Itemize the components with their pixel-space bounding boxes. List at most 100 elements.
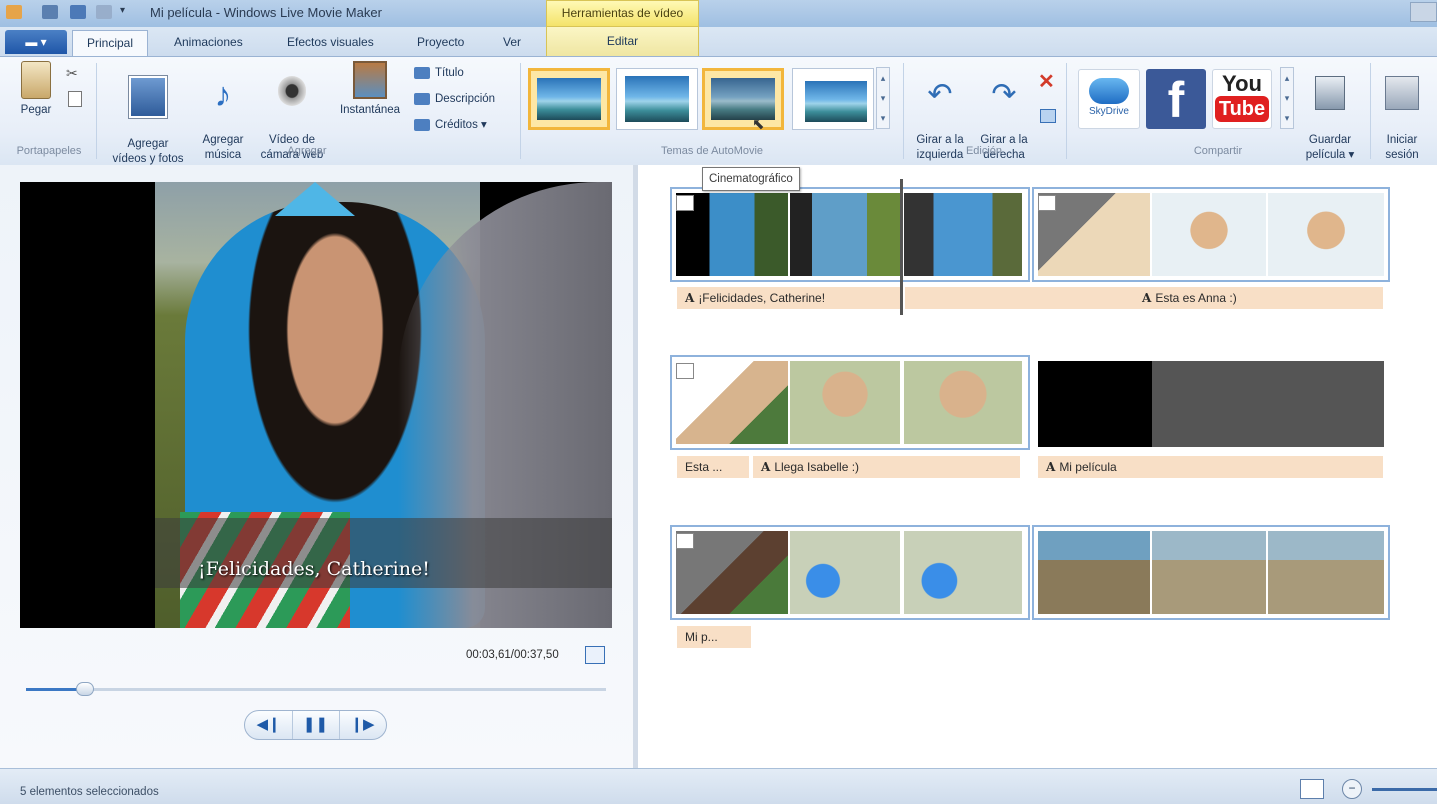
snapshot-button[interactable]: Instantánea: [330, 61, 410, 118]
chevron-down-icon: ▾: [481, 119, 487, 131]
rotate-right-icon: ↷: [991, 78, 1017, 111]
storyboard-clip[interactable]: [670, 355, 1030, 450]
credits-label: Créditos: [435, 119, 478, 131]
tab-ver[interactable]: Ver: [489, 30, 535, 56]
preview-caption-text: ¡Felicidades, Catherine!: [198, 558, 430, 580]
theme-fade[interactable]: [616, 68, 698, 130]
app-icon: [6, 5, 22, 19]
caption-bar[interactable]: Esta ...: [677, 456, 749, 478]
remove-icon[interactable]: ✕: [1038, 69, 1055, 94]
window-title: Mi película - Windows Live Movie Maker: [150, 5, 382, 20]
group-separator: [1370, 63, 1371, 159]
paste-button[interactable]: Pegar: [12, 61, 60, 118]
transition-icon: [676, 533, 694, 549]
paste-label: Pegar: [20, 104, 52, 116]
tab-animaciones[interactable]: Animaciones: [160, 30, 257, 56]
group-label-clipboard: Portapapeles: [16, 145, 82, 157]
fullscreen-icon[interactable]: [585, 646, 605, 664]
text-caption-icon: A: [1142, 291, 1152, 305]
playhead[interactable]: [900, 179, 903, 315]
save-icon[interactable]: [42, 5, 58, 19]
snapshot-label: Instantánea: [339, 104, 401, 116]
caption-icon: [414, 92, 430, 105]
skydrive-button[interactable]: SkyDrive: [1078, 69, 1140, 129]
cut-icon[interactable]: ✂: [66, 65, 78, 82]
tab-efectos-visuales[interactable]: Efectos visuales: [273, 30, 388, 56]
zoom-slider[interactable]: [1372, 788, 1437, 791]
video-preview[interactable]: ¡Felicidades, Catherine!: [20, 182, 612, 628]
ribbon: Pegar ✂ Portapapeles Agregar vídeos y fo…: [0, 56, 1437, 166]
title-button[interactable]: Título: [414, 63, 464, 83]
video-tools-context-label: Herramientas de vídeo: [546, 0, 699, 27]
mouse-cursor-icon: ⬉: [752, 116, 765, 133]
storyboard-clip[interactable]: [670, 525, 1030, 620]
rotate-left-icon: ↶: [927, 78, 953, 111]
group-separator: [1066, 63, 1067, 159]
facebook-icon[interactable]: f: [1146, 69, 1206, 129]
youtube-button[interactable]: You Tube: [1212, 69, 1272, 129]
text-caption-icon: A: [685, 291, 695, 305]
webcam-icon: [278, 76, 306, 106]
caption-bar[interactable]: A ¡Felicidades, Catherine!: [677, 287, 900, 309]
caption-bar[interactable]: A Esta es Anna :): [1134, 287, 1383, 309]
caption-text: Llega Isabelle :): [774, 460, 860, 474]
caption-bar-gap: [905, 287, 1134, 309]
playback-controls: ◀❙ ❚❚ ❙▶: [244, 710, 387, 740]
copy-icon[interactable]: [68, 91, 82, 107]
group-label-editing: Edición: [965, 145, 1003, 157]
previous-frame-icon[interactable]: ◀❙: [245, 711, 293, 739]
caption-bar[interactable]: A Llega Isabelle :): [753, 456, 1020, 478]
seek-bar[interactable]: [26, 688, 606, 691]
theme-pan-zoom[interactable]: [792, 68, 874, 130]
tab-principal[interactable]: Principal: [72, 30, 149, 57]
caption-button[interactable]: Descripción: [414, 89, 495, 109]
sign-in-label: Iniciar sesión: [1385, 134, 1419, 161]
save-movie-icon: [1315, 76, 1345, 110]
sign-in-button[interactable]: Iniciar sesión: [1374, 61, 1430, 163]
group-label-share: Compartir: [1193, 145, 1243, 157]
group-separator: [520, 63, 521, 159]
next-frame-icon[interactable]: ❙▶: [339, 711, 386, 739]
youtube-logo-tube: Tube: [1214, 96, 1270, 122]
theme-cinematic[interactable]: [702, 68, 784, 130]
caption-text: ¡Felicidades, Catherine!: [698, 291, 826, 305]
seek-thumb[interactable]: [76, 682, 94, 696]
storyboard-clip[interactable]: [670, 187, 1030, 282]
close-button[interactable]: [1410, 2, 1437, 22]
ribbon-tabs: ▬ ▾ Principal Animaciones Efectos visual…: [0, 27, 1437, 57]
caption-text: Mi p...: [685, 630, 718, 644]
playback-time: 00:03,61/00:37,50: [466, 649, 559, 661]
credits-button[interactable]: Créditos ▾: [414, 115, 487, 135]
quick-access-dropdown-icon[interactable]: ▾: [120, 5, 136, 19]
theme-tooltip: Cinematográfico: [702, 167, 800, 191]
select-all-icon[interactable]: [1040, 109, 1056, 123]
redo-icon[interactable]: [96, 5, 112, 19]
zoom-out-icon[interactable]: −: [1342, 779, 1362, 799]
storyboard-title-clip[interactable]: [1038, 361, 1384, 447]
caption-text: Mi película: [1059, 460, 1117, 474]
preview-pane: ¡Felicidades, Catherine! 00:03,61/00:37,…: [0, 165, 633, 768]
share-gallery-scroll[interactable]: ▴ ▾ ▾: [1280, 67, 1294, 129]
skydrive-icon: [1089, 78, 1129, 104]
theme-gallery-scroll[interactable]: ▴ ▾ ▾: [876, 67, 890, 129]
theme-contemporary[interactable]: [528, 68, 610, 130]
title-label: Título: [435, 67, 464, 79]
caption-label: Descripción: [435, 93, 496, 105]
main-area: ¡Felicidades, Catherine! 00:03,61/00:37,…: [0, 165, 1437, 768]
pause-icon[interactable]: ❚❚: [292, 711, 340, 739]
storyboard-clip[interactable]: [1032, 187, 1390, 282]
storyboard-clip[interactable]: [1032, 525, 1390, 620]
group-separator: [96, 63, 97, 159]
storyboard-view-icon[interactable]: [1300, 779, 1324, 799]
tab-editar[interactable]: Editar: [546, 27, 699, 56]
caption-text: Esta es Anna :): [1155, 291, 1237, 305]
group-label-add: Agregar: [287, 145, 327, 157]
undo-icon[interactable]: [70, 5, 86, 19]
caption-text: Esta ...: [685, 460, 723, 474]
caption-bar[interactable]: A Mi película: [1038, 456, 1383, 478]
tab-proyecto[interactable]: Proyecto: [403, 30, 478, 56]
caption-bar[interactable]: Mi p...: [677, 626, 751, 648]
group-separator: [903, 63, 904, 159]
pane-splitter[interactable]: [633, 165, 638, 768]
app-menu-button[interactable]: ▬ ▾: [5, 30, 67, 54]
